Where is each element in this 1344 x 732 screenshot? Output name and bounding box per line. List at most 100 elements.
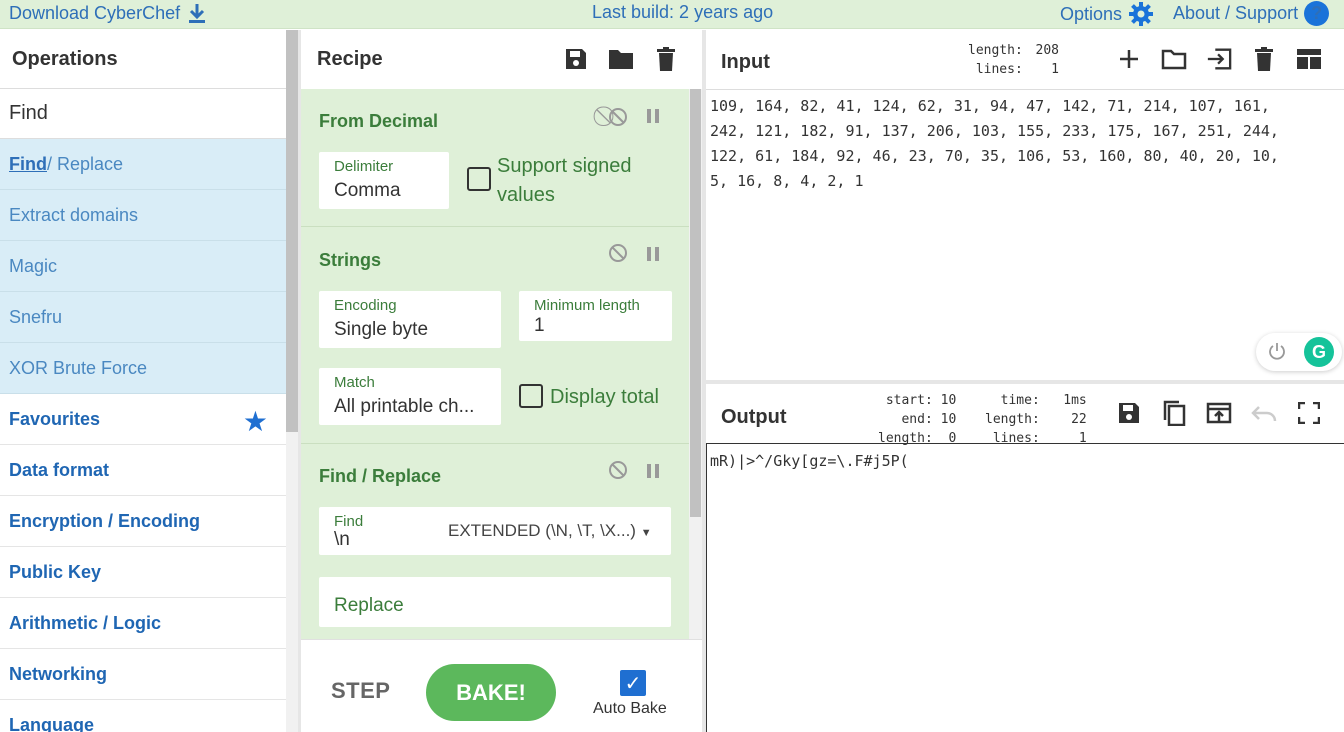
- maximise-icon[interactable]: [1296, 400, 1322, 426]
- reset-layout-icon[interactable]: [1296, 46, 1322, 72]
- search-result-snefru[interactable]: Snefru: [0, 292, 286, 343]
- copy-output-icon[interactable]: [1161, 400, 1187, 426]
- open-folder-icon[interactable]: [1161, 46, 1187, 72]
- input-title: Input: [721, 51, 770, 73]
- top-banner: Download CyberChef Last build: 2 years a…: [0, 0, 1344, 29]
- search-result-find-replace[interactable]: Find / Replace: [0, 139, 286, 190]
- about-label: About / Support: [1173, 3, 1299, 23]
- category-label: Favourites: [9, 408, 101, 429]
- disable-icon[interactable]: [608, 460, 628, 486]
- load-recipe-folder-icon[interactable]: [608, 46, 634, 72]
- support-signed-checkbox[interactable]: [467, 167, 491, 191]
- display-total-checkbox[interactable]: [519, 384, 543, 408]
- clear-input-trash-icon[interactable]: [1251, 46, 1277, 72]
- recipe-title: Recipe: [317, 48, 383, 70]
- save-recipe-icon[interactable]: [563, 46, 589, 72]
- category-label: Networking: [9, 663, 108, 684]
- disable-icon[interactable]: [608, 243, 628, 269]
- auto-bake-label: Auto Bake: [593, 700, 667, 717]
- output-stats-timing: time: 1ms length: 22 lines: 1: [985, 393, 1087, 446]
- field-value: 1: [534, 315, 545, 336]
- op-title: Strings: [319, 250, 382, 270]
- bake-button[interactable]: BAKE!: [426, 664, 556, 721]
- field-label: Minimum length: [534, 297, 640, 314]
- minimum-length-field[interactable]: Minimum length 1: [519, 291, 672, 341]
- output-pane: Output start: 10 end: 10 length: 0 time:…: [706, 384, 1344, 732]
- output-textarea[interactable]: mR)|>^/Gky[gz=\.F#j5P(: [710, 452, 909, 470]
- pause-icon[interactable]: [646, 462, 660, 485]
- find-mode-value: EXTENDED (\N, \T, \X...): [448, 521, 636, 540]
- operations-panel: Operations Find Find / Replace Extract d…: [0, 30, 286, 732]
- add-tab-icon[interactable]: [1116, 46, 1142, 72]
- input-stats-labels: length: lines:: [968, 43, 1023, 77]
- pause-icon[interactable]: [646, 107, 660, 130]
- operations-scrollbar[interactable]: [286, 30, 298, 432]
- search-result-xor-brute-force[interactable]: XOR Brute Force: [0, 343, 286, 394]
- grammarly-icon[interactable]: G: [1304, 337, 1334, 367]
- auto-bake-checkbox[interactable]: ✓: [620, 670, 646, 696]
- find-mode-dropdown[interactable]: EXTENDED (\N, \T, \X...) ▼: [448, 521, 652, 541]
- search-result-match: Find: [9, 153, 47, 174]
- star-icon: ★: [242, 406, 268, 437]
- category-label: Encryption / Encoding: [9, 510, 201, 531]
- category-language[interactable]: Language: [0, 700, 286, 732]
- field-label: Delimiter: [334, 158, 394, 175]
- save-output-icon[interactable]: [1116, 400, 1142, 426]
- match-field[interactable]: Match All printable ch...: [319, 368, 501, 425]
- recipe-op-find-replace[interactable]: Find / Replace Find \n EXTENDED (\N, \T,…: [301, 444, 689, 639]
- power-icon[interactable]: [1268, 342, 1286, 360]
- pause-icon[interactable]: [646, 245, 660, 268]
- open-file-input-icon[interactable]: [1206, 46, 1232, 72]
- delimiter-field[interactable]: Delimiter Comma: [319, 152, 449, 209]
- download-cyberchef-link[interactable]: Download CyberChef: [9, 2, 208, 24]
- input-pane: Input length: lines: 208 1 109, 164, 82,…: [706, 30, 1344, 380]
- input-header: Input length: lines: 208 1: [706, 30, 1344, 90]
- output-header: Output start: 10 end: 10 length: 0 time:…: [706, 384, 1344, 446]
- category-label: Public Key: [9, 561, 102, 582]
- recipe-op-strings[interactable]: Strings Encoding Single byte Minimum len…: [301, 227, 689, 444]
- recipe-list: From Decimal ⃠ Delimiter Comma Support s…: [301, 89, 689, 639]
- step-button[interactable]: STEP: [331, 678, 390, 704]
- about-support-link[interactable]: About / Support ?: [1173, 1, 1330, 26]
- recipe-panel: Recipe From Decimal ⃠ Delimiter Comma Su…: [301, 30, 702, 732]
- search-result-label: Extract domains: [9, 204, 139, 225]
- undo-icon[interactable]: [1251, 400, 1277, 426]
- field-label: Find: [334, 513, 364, 530]
- field-label: Match: [334, 374, 375, 391]
- grammarly-widget[interactable]: G: [1256, 333, 1342, 371]
- clear-recipe-trash-icon[interactable]: [653, 46, 679, 72]
- category-networking[interactable]: Networking: [0, 649, 286, 700]
- category-favourites[interactable]: Favourites ★: [0, 394, 286, 445]
- output-border: [706, 444, 707, 732]
- display-total-label: Display total: [550, 386, 659, 408]
- operations-title: Operations: [0, 30, 286, 89]
- download-icon: [189, 4, 206, 23]
- find-field[interactable]: Find \n EXTENDED (\N, \T, \X...) ▼: [319, 507, 671, 555]
- category-arithmetic-logic[interactable]: Arithmetic / Logic: [0, 598, 286, 649]
- output-title: Output: [721, 406, 787, 428]
- recipe-scrollbar[interactable]: [690, 89, 701, 517]
- category-label: Data format: [9, 459, 110, 480]
- gear-icon: [1129, 2, 1154, 26]
- field-value: All printable ch...: [334, 396, 475, 417]
- category-encryption-encoding[interactable]: Encryption / Encoding: [0, 496, 286, 547]
- replace-placeholder: Replace: [334, 595, 404, 616]
- options-link[interactable]: Options: [1060, 1, 1154, 27]
- replace-field[interactable]: Replace: [319, 577, 671, 627]
- category-label: Arithmetic / Logic: [9, 612, 162, 633]
- input-stats-values: 208 1: [1035, 43, 1059, 77]
- replace-input-with-output-icon[interactable]: [1206, 400, 1232, 426]
- operations-search-input[interactable]: Find: [0, 89, 286, 139]
- input-textarea[interactable]: 109, 164, 82, 41, 124, 62, 31, 94, 47, 1…: [710, 94, 1340, 194]
- search-result-label: Magic: [9, 255, 58, 276]
- output-stats-position: start: 10 end: 10 length: 0: [878, 393, 957, 446]
- search-result-label: Snefru: [9, 306, 63, 327]
- category-data-format[interactable]: Data format: [0, 445, 286, 496]
- encoding-field[interactable]: Encoding Single byte: [319, 291, 501, 348]
- op-title: From Decimal: [319, 111, 439, 131]
- category-label: Language: [9, 714, 95, 732]
- category-public-key[interactable]: Public Key: [0, 547, 286, 598]
- search-result-extract-domains[interactable]: Extract domains: [0, 190, 286, 241]
- search-result-magic[interactable]: Magic: [0, 241, 286, 292]
- recipe-op-from-decimal[interactable]: From Decimal ⃠ Delimiter Comma Support s…: [301, 89, 689, 227]
